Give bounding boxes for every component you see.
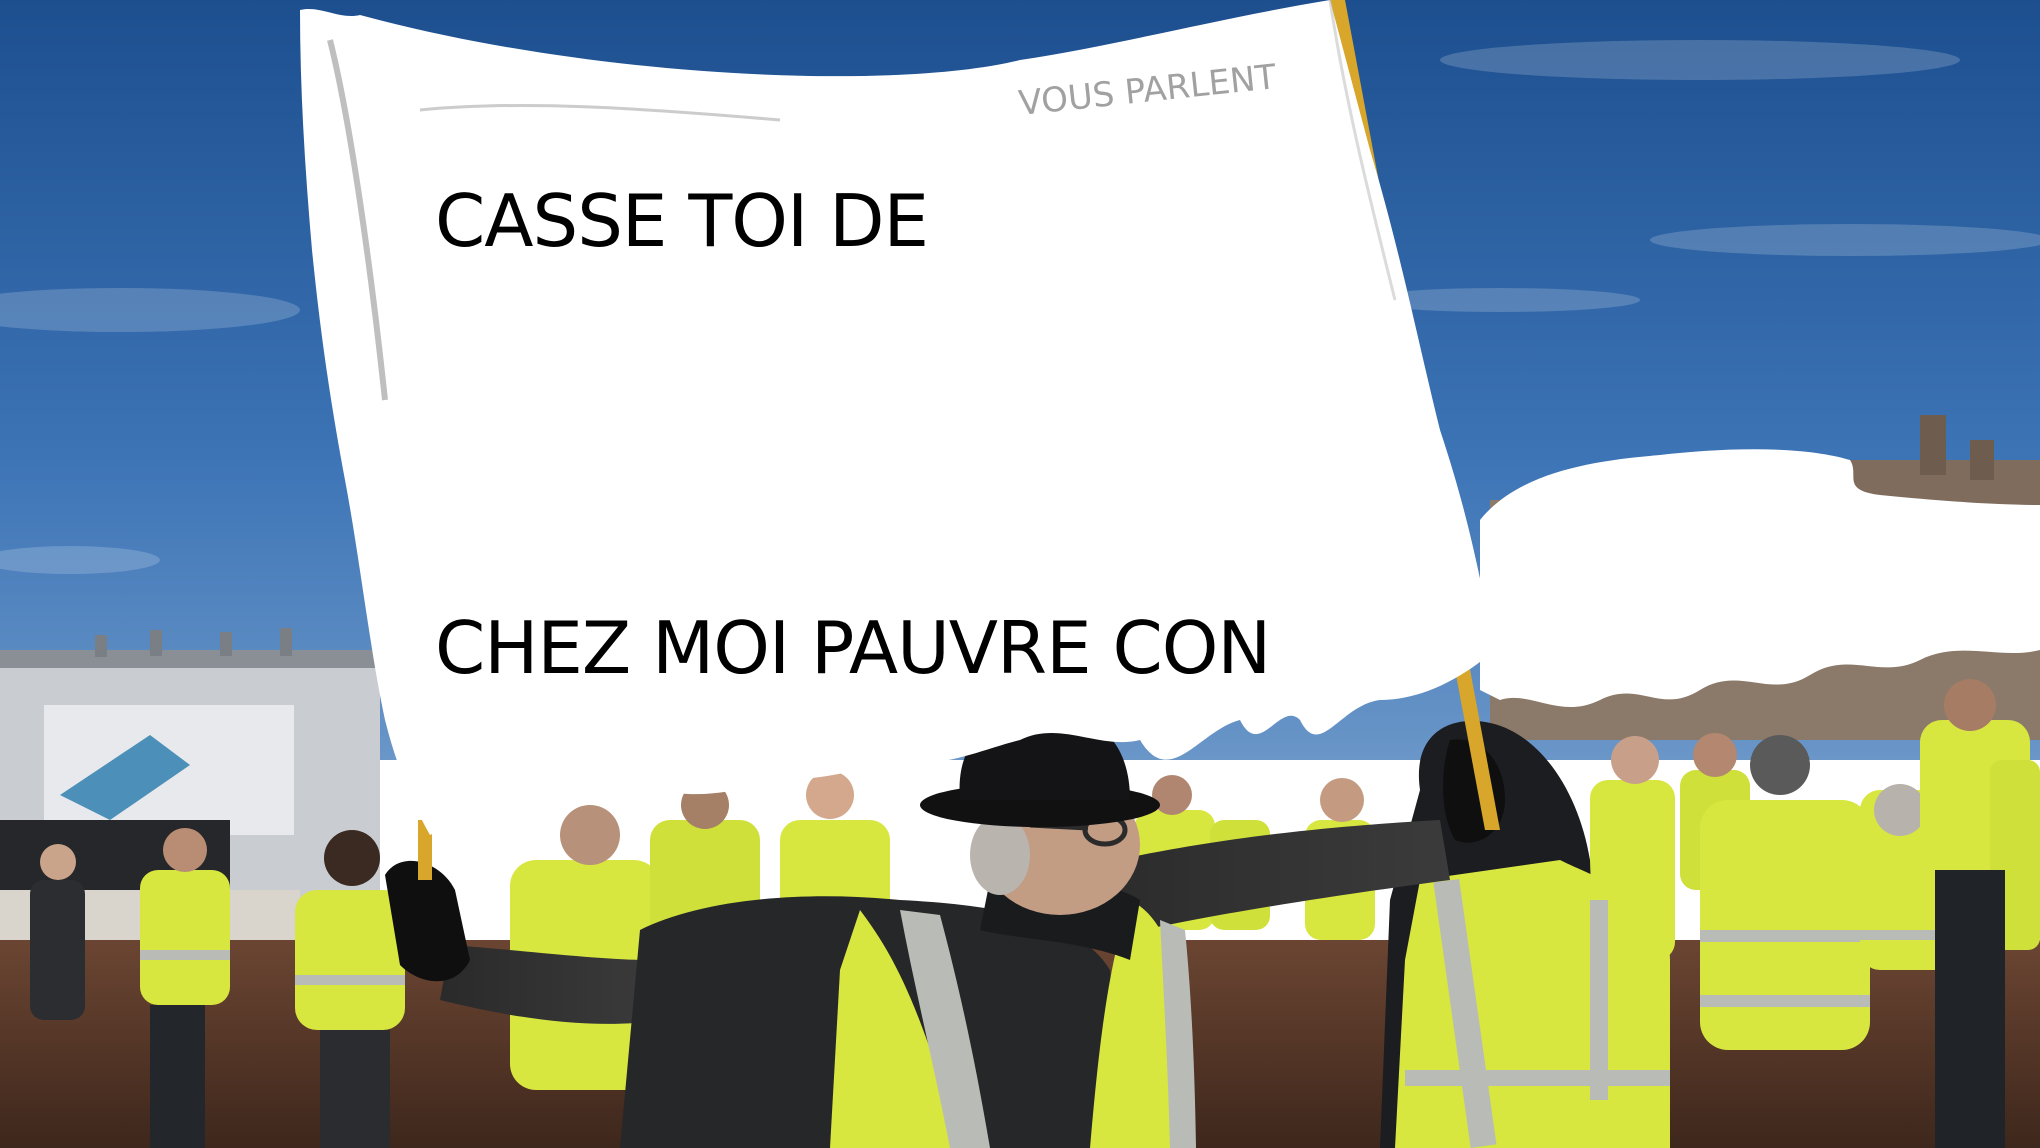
protest-photo: VOUS PARLENT CASSE TOI DE CHEZ MOI PAUVR… bbox=[0, 0, 2040, 1148]
sign-text-line-1: CASSE TOI DE bbox=[435, 179, 929, 263]
photo-scene: VOUS PARLENT bbox=[0, 0, 2040, 1148]
sign-text-line-2: CHEZ MOI PAUVRE CON bbox=[435, 606, 1271, 690]
white-sign bbox=[300, 0, 1495, 835]
